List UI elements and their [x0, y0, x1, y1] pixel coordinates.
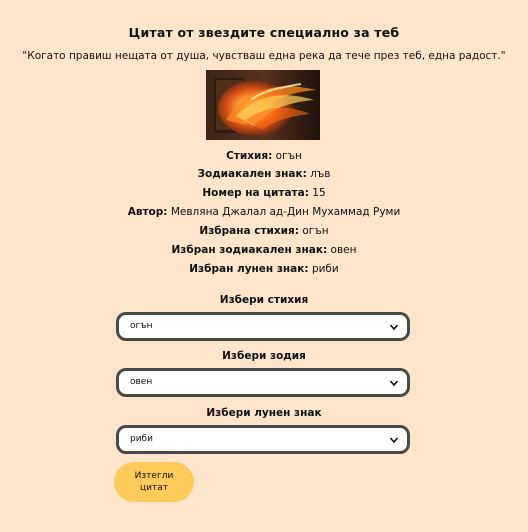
info-chosen-element-label: Избрана стихия: [199, 225, 299, 237]
info-chosen-element: Избрана стихия: огън [0, 224, 528, 238]
chevron-down-icon [389, 380, 399, 387]
info-author-value: Мевляна Джалал ад-Дин Мухаммад Руми [170, 206, 401, 218]
info-chosen-moon-label: Избран лунен знак: [189, 263, 309, 275]
download-quote-button-line1: Изтегли [134, 471, 174, 481]
element-select[interactable]: огън [116, 312, 410, 341]
info-element-value: огън [275, 150, 302, 162]
zodiac-select-value: овен [130, 377, 153, 387]
moon-select-label: Избери лунен знак [206, 407, 322, 419]
info-chosen-element-value: огън [302, 225, 329, 237]
info-element-label: Стихия: [226, 150, 273, 162]
info-author-label: Автор: [127, 206, 168, 218]
element-select-label: Избери стихия [219, 294, 309, 306]
info-element: Стихия: огън [0, 149, 528, 163]
info-zodiac: Зодиакален знак: лъв [0, 167, 528, 181]
info-chosen-zodiac-value: овен [330, 244, 357, 256]
moon-select[interactable]: риби [116, 425, 410, 454]
info-number-label: Номер на цитата: [202, 187, 309, 199]
moon-select-value: риби [130, 434, 153, 444]
fire-image [206, 70, 320, 140]
info-author: Автор: Мевляна Джалал ад-Дин Мухаммад Ру… [0, 205, 528, 219]
zodiac-select-label: Избери зодия [222, 350, 306, 362]
info-chosen-moon-value: риби [311, 263, 339, 275]
info-chosen-zodiac: Избран зодиакален знак: овен [0, 243, 528, 257]
zodiac-select[interactable]: овен [116, 368, 410, 397]
info-zodiac-label: Зодиакален знак: [197, 168, 307, 180]
page: Цитат от звездите специално за теб "Кога… [0, 0, 528, 532]
chevron-down-icon [389, 437, 399, 444]
element-select-value: огън [130, 321, 153, 331]
info-chosen-moon: Избран лунен знак: риби [0, 262, 528, 276]
info-zodiac-value: лъв [310, 168, 331, 180]
download-quote-button[interactable]: Изтегли цитат [114, 462, 194, 502]
info-number: Номер на цитата: 15 [0, 186, 528, 200]
download-quote-button-line2: цитат [140, 483, 168, 493]
page-title: Цитат от звездите специално за теб [128, 25, 400, 40]
info-number-value: 15 [312, 187, 326, 199]
chevron-down-icon [389, 324, 399, 331]
info-chosen-zodiac-label: Избран зодиакален знак: [171, 244, 328, 256]
quote-text: "Когато правиш нещата от душа, чувстваш … [22, 50, 506, 62]
